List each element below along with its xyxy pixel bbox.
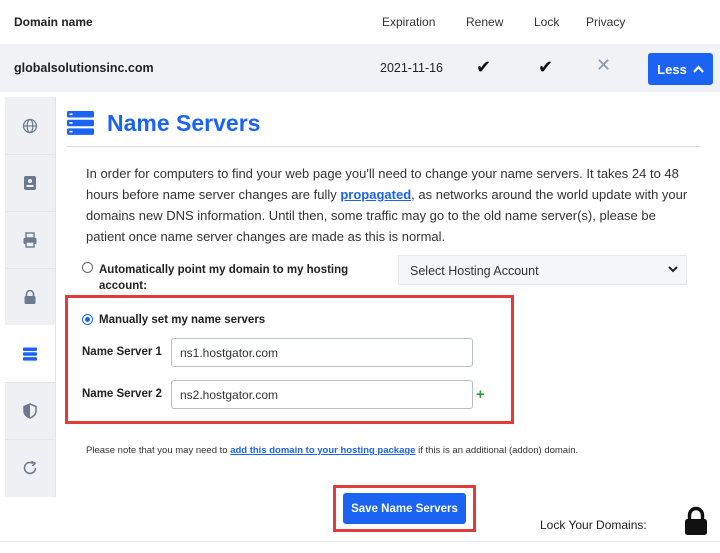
lock-check-icon[interactable]: ✔ xyxy=(538,57,553,78)
name-server-2-label: Name Server 2 xyxy=(82,388,162,400)
padlock-icon xyxy=(24,289,36,304)
hosting-package-note: Please note that you may need to add thi… xyxy=(86,445,578,456)
less-label: Less xyxy=(657,61,687,77)
col-privacy: Privacy xyxy=(586,15,626,29)
domain-expiration: 2021-11-16 xyxy=(380,61,444,75)
globe-icon xyxy=(22,118,38,133)
server-icon xyxy=(67,111,94,135)
privacy-x-icon[interactable]: ✕ xyxy=(596,55,611,76)
printer-icon xyxy=(23,231,37,248)
page-title: Name Servers xyxy=(107,110,261,136)
name-server-1-label: Name Server 1 xyxy=(82,346,162,358)
sidebar-item-renew[interactable] xyxy=(5,439,55,496)
renew-check-icon[interactable]: ✔ xyxy=(476,57,491,78)
chevron-up-icon xyxy=(692,65,704,73)
sidebar-item-name-servers[interactable] xyxy=(5,325,55,383)
propagated-link[interactable]: propagated xyxy=(340,187,411,202)
note-text-start: Please note that you may need to xyxy=(86,445,231,456)
manual-name-servers-radio[interactable] xyxy=(82,314,93,325)
sidebar xyxy=(5,97,56,497)
col-lock: Lock xyxy=(534,15,560,29)
col-expiration: Expiration xyxy=(382,15,436,29)
lock-domains-label: Lock Your Domains: xyxy=(540,518,647,532)
sidebar-item-lock[interactable] xyxy=(5,268,55,326)
padlock-icon xyxy=(685,506,707,535)
auto-point-radio[interactable] xyxy=(82,262,93,273)
less-button[interactable]: Less xyxy=(648,53,713,85)
sidebar-item-contacts[interactable] xyxy=(5,154,55,212)
col-renew: Renew xyxy=(466,15,504,29)
note-text-end: if this is an additional (addon) domain. xyxy=(415,445,579,456)
hosting-account-select-value: Select Hosting Account xyxy=(410,264,539,278)
contact-card-icon xyxy=(24,175,36,190)
sidebar-item-print[interactable] xyxy=(5,211,55,269)
save-name-servers-button[interactable]: Save Name Servers xyxy=(343,493,466,524)
name-server-1-input[interactable] xyxy=(171,338,473,367)
domain-name: globalsolutionsinc.com xyxy=(14,61,154,75)
title-divider xyxy=(66,146,700,147)
add-name-server-button[interactable]: + xyxy=(476,386,485,403)
table-header: Domain name Expiration Renew Lock Privac… xyxy=(0,0,720,44)
shield-icon xyxy=(23,402,37,419)
refresh-icon xyxy=(23,460,37,474)
sidebar-item-dns[interactable] xyxy=(5,97,55,155)
name-server-2-input[interactable] xyxy=(171,380,473,409)
server-icon xyxy=(23,347,37,361)
lock-domains-toggle[interactable] xyxy=(683,506,709,541)
chevron-down-icon xyxy=(668,266,678,273)
domain-row: globalsolutionsinc.com 2021-11-16 ✔ ✔ ✕ xyxy=(0,44,720,92)
col-domain-name: Domain name xyxy=(14,15,93,29)
bottom-divider xyxy=(0,541,720,542)
add-to-hosting-package-link[interactable]: add this domain to your hosting package xyxy=(230,445,415,456)
sidebar-item-privacy[interactable] xyxy=(5,382,55,440)
name-servers-title-icon xyxy=(67,111,94,140)
hosting-account-select[interactable]: Select Hosting Account xyxy=(398,255,687,285)
auto-point-label: Automatically point my domain to my host… xyxy=(99,264,349,292)
name-servers-description: In order for computers to find your web … xyxy=(86,163,691,247)
manual-name-servers-label: Manually set my name servers xyxy=(99,314,266,326)
